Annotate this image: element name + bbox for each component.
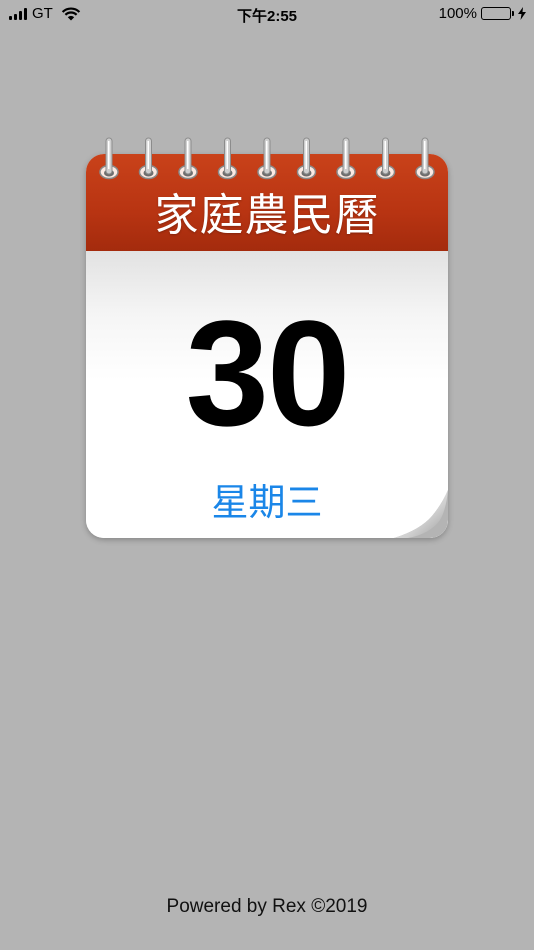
battery-percent: 100%	[438, 5, 477, 22]
calendar-weekday: 星期三	[211, 481, 323, 524]
status-bar-right: 100%	[439, 5, 526, 22]
charging-bolt-icon	[518, 7, 526, 20]
battery-icon	[481, 7, 514, 20]
calendar-day-number: 30	[185, 289, 351, 457]
calendar-title: 家庭農民曆	[154, 190, 380, 241]
footer-credit: Powered by Rex ©2019	[166, 896, 368, 917]
status-bar: GT 下午2:55 100%	[0, 0, 534, 28]
